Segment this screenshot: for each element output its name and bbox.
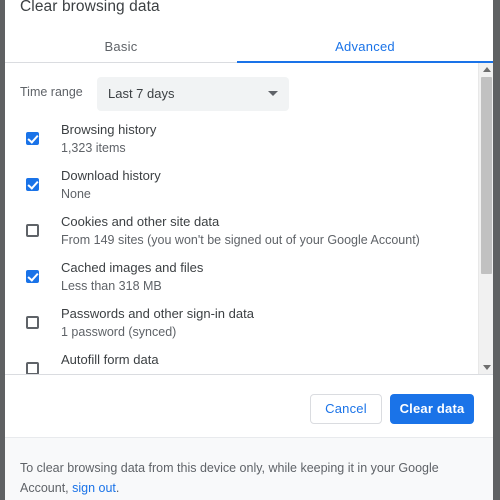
option-row-download-history[interactable]: Download history None xyxy=(5,167,475,213)
dialog-surface: Clear browsing data Basic Advanced Time … xyxy=(5,0,493,500)
options-scroll-region[interactable]: Time range Last 7 days Browsing history … xyxy=(5,63,493,374)
option-subtitle: Less than 318 MB xyxy=(61,279,162,293)
clear-data-button[interactable]: Clear data xyxy=(390,394,474,424)
option-row-passwords-and-sign-in-data[interactable]: Passwords and other sign-in data 1 passw… xyxy=(5,305,475,351)
dialog-title: Clear browsing data xyxy=(20,0,160,15)
checkbox-download-history[interactable] xyxy=(26,178,39,191)
time-range-label: Time range xyxy=(20,85,83,99)
time-range-row: Time range Last 7 days xyxy=(5,77,475,111)
checkbox-cookies-and-site-data[interactable] xyxy=(26,224,39,237)
footer-text-after: . xyxy=(115,481,120,495)
option-subtitle: None xyxy=(61,187,91,201)
option-row-cached-images-and-files[interactable]: Cached images and files Less than 318 MB xyxy=(5,259,475,305)
options-scrollbar[interactable] xyxy=(478,63,493,374)
scrollbar-thumb[interactable] xyxy=(481,77,492,274)
footer-note: To clear browsing data from this device … xyxy=(20,458,450,498)
time-range-selected-value: Last 7 days xyxy=(108,86,175,101)
tab-bar: Basic Advanced xyxy=(5,32,493,63)
window-edge-right xyxy=(493,0,500,500)
option-subtitle: 1 password (synced) xyxy=(61,325,177,339)
cancel-button[interactable]: Cancel xyxy=(310,394,382,424)
dialog-footer: To clear browsing data from this device … xyxy=(5,437,493,500)
option-title: Passwords and other sign-in data xyxy=(61,306,254,321)
tab-basic[interactable]: Basic xyxy=(5,32,237,61)
option-title: Cached images and files xyxy=(61,260,204,275)
checkbox-passwords-and-sign-in-data[interactable] xyxy=(26,316,39,329)
clear-browsing-data-dialog-window: Clear browsing data Basic Advanced Time … xyxy=(0,0,500,500)
action-bar: Cancel Clear data xyxy=(5,375,493,437)
option-title: Autofill form data xyxy=(61,352,159,367)
option-title: Download history xyxy=(61,168,161,183)
scroll-down-arrow-icon[interactable] xyxy=(479,361,493,374)
chevron-down-icon xyxy=(268,91,278,96)
option-row-browsing-history[interactable]: Browsing history 1,323 items xyxy=(5,121,475,167)
option-title: Browsing history xyxy=(61,122,157,137)
tab-advanced[interactable]: Advanced xyxy=(237,32,493,61)
checkbox-browsing-history[interactable] xyxy=(26,132,39,145)
checkbox-cached-images-and-files[interactable] xyxy=(26,270,39,283)
option-row-cookies-and-site-data[interactable]: Cookies and other site data From 149 sit… xyxy=(5,213,475,259)
sign-out-link[interactable]: sign out xyxy=(72,481,116,495)
option-row-autofill-form-data[interactable]: Autofill form data xyxy=(5,351,475,374)
checkbox-autofill-form-data[interactable] xyxy=(26,362,39,374)
option-subtitle: From 149 sites (you won't be signed out … xyxy=(61,233,420,247)
option-title: Cookies and other site data xyxy=(61,214,220,229)
time-range-dropdown[interactable]: Last 7 days xyxy=(97,77,289,111)
data-type-options-list: Browsing history 1,323 items Download hi… xyxy=(5,121,475,374)
scroll-up-arrow-icon[interactable] xyxy=(479,63,493,76)
option-subtitle: 1,323 items xyxy=(61,141,126,155)
